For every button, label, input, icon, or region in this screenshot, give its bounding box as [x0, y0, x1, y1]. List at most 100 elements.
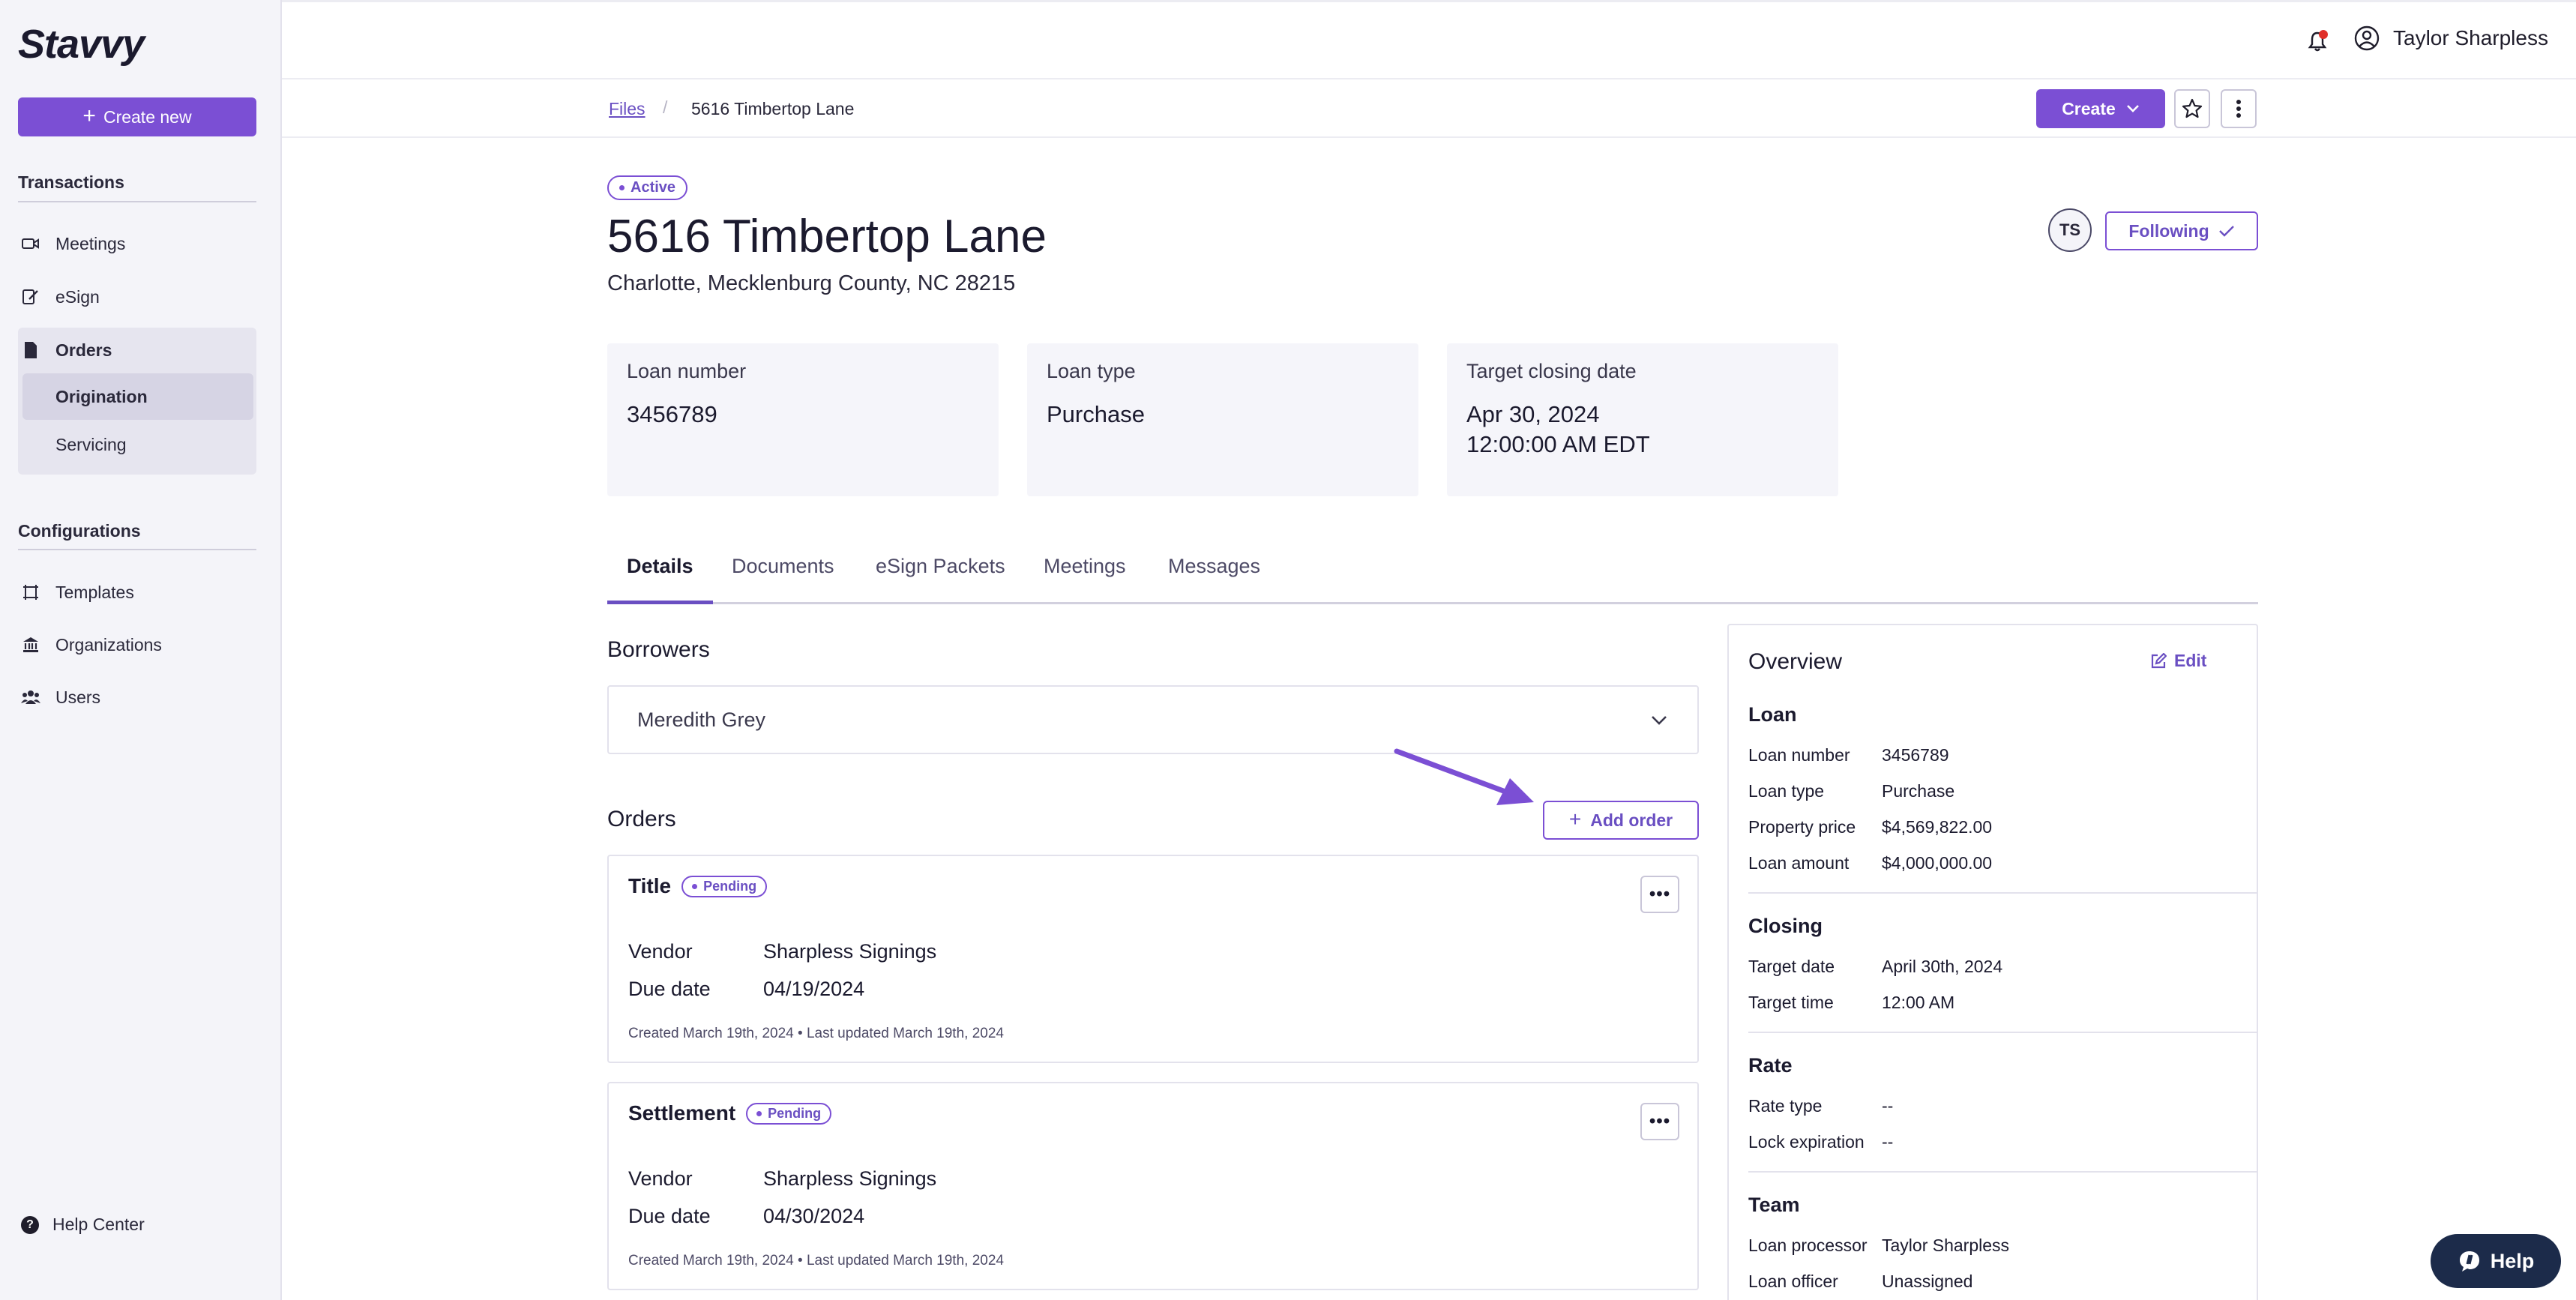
vendor-row: Vendor Sharpless Signings	[628, 940, 936, 963]
overview-row: Loan officer Unassigned	[1748, 1272, 1972, 1292]
vendor-label: Vendor	[628, 1167, 693, 1190]
card-value: Purchase	[1047, 401, 1145, 427]
avatar[interactable]: TS	[2048, 208, 2092, 252]
row-key: Target date	[1748, 957, 1835, 976]
page-title: 5616 Timbertop Lane	[607, 211, 1047, 262]
overview-row: Target time 12:00 AM	[1748, 993, 1954, 1013]
tab-documents[interactable]: Documents	[712, 555, 854, 604]
vendor-label: Vendor	[628, 940, 693, 963]
row-value: 12:00 AM	[1882, 993, 1955, 1012]
edit-icon	[2151, 652, 2167, 668]
row-value: $4,000,000.00	[1882, 853, 1993, 873]
card-label: Target closing date	[1466, 360, 1637, 382]
row-key: Loan amount	[1748, 853, 1850, 873]
annotation-arrow-icon	[1394, 748, 1534, 805]
plus-icon: +	[82, 103, 96, 128]
breadcrumb-files-link[interactable]: Files	[609, 99, 645, 119]
overview-row: Rate type --	[1748, 1096, 1893, 1116]
loan-number-card: Loan number 3456789	[607, 343, 999, 496]
logo[interactable]: Stavvy	[18, 21, 145, 67]
overview-row: Target date April 30th, 2024	[1748, 957, 2002, 977]
sidebar-item-organizations[interactable]: Organizations	[18, 622, 256, 667]
breadcrumb-current: 5616 Timbertop Lane	[691, 99, 855, 118]
order-card-settlement: Settlement Pending ••• Vendor Sharpless S…	[607, 1082, 1699, 1290]
add-order-label: Add order	[1590, 810, 1673, 830]
user-name: Taylor Sharpless	[2393, 26, 2548, 49]
overview-row: Loan type Purchase	[1748, 781, 1954, 801]
overview-row: Property price $4,569,822.00	[1748, 817, 1992, 837]
add-order-button[interactable]: + Add order	[1543, 801, 1699, 840]
loan-type-card: Loan type Purchase	[1027, 343, 1418, 496]
help-center-link[interactable]: ? Help Center	[21, 1215, 145, 1235]
vendor-value: Sharpless Signings	[763, 940, 937, 963]
card-value: Apr 30, 2024 12:00:00 AM EDT	[1466, 401, 1650, 457]
borrowers-title: Borrowers	[607, 637, 710, 662]
chevron-down-icon	[2126, 105, 2139, 112]
order-more-button[interactable]: •••	[1640, 876, 1679, 913]
section-divider	[18, 201, 256, 202]
order-more-button[interactable]: •••	[1640, 1103, 1679, 1140]
row-value: 3456789	[1882, 745, 1949, 765]
create-label: Create	[2062, 98, 2116, 118]
edit-button[interactable]: Edit	[2150, 651, 2206, 671]
video-icon	[21, 234, 40, 253]
create-dropdown-button[interactable]: Create	[2036, 89, 2165, 128]
row-value: Unassigned	[1882, 1272, 1973, 1291]
order-header: Settlement Pending	[628, 1101, 832, 1125]
template-icon	[21, 583, 40, 602]
row-key: Loan processor	[1748, 1236, 1868, 1255]
orders-title: Orders	[607, 807, 676, 831]
chat-help-icon	[2459, 1251, 2479, 1272]
tab-meetings[interactable]: Meetings	[1024, 555, 1146, 604]
create-new-button[interactable]: + Create new	[18, 97, 256, 136]
help-widget-label: Help	[2490, 1249, 2535, 1272]
overview-row: Loan processor Taylor Sharpless	[1748, 1236, 2009, 1256]
sidebar-item-origination[interactable]: Origination	[22, 373, 253, 420]
row-key: Lock expiration	[1748, 1132, 1865, 1152]
vendor-value: Sharpless Signings	[763, 1167, 937, 1190]
favorite-button[interactable]	[2174, 89, 2210, 128]
sidebar-item-esign[interactable]: eSign	[18, 274, 256, 319]
tab-messages[interactable]: Messages	[1149, 555, 1280, 604]
closing-section-title: Closing	[1748, 915, 1823, 937]
chevron-down-icon	[1652, 716, 1667, 725]
borrower-name: Meredith Grey	[637, 708, 766, 731]
edit-label: Edit	[2174, 651, 2207, 670]
row-key: Loan officer	[1748, 1272, 1838, 1291]
row-value: --	[1882, 1096, 1894, 1116]
sidebar-item-label: Organizations	[55, 634, 162, 654]
loan-section-title: Loan	[1748, 703, 1797, 726]
notification-dot	[2319, 30, 2328, 39]
row-value: April 30th, 2024	[1882, 957, 2003, 976]
sidebar-item-orders[interactable]: Orders	[18, 328, 256, 373]
sidebar-item-templates[interactable]: Templates	[18, 570, 256, 615]
card-label: Loan type	[1047, 360, 1136, 382]
more-options-button[interactable]	[2221, 89, 2257, 128]
bank-icon	[21, 635, 40, 654]
status-badge: Active	[607, 175, 688, 200]
user-menu[interactable]: Taylor Sharpless	[2354, 25, 2548, 51]
tab-esign-packets[interactable]: eSign Packets	[856, 555, 1025, 604]
configurations-title: Configurations	[18, 521, 141, 541]
team-section-title: Team	[1748, 1194, 1800, 1216]
rate-section-title: Rate	[1748, 1054, 1793, 1077]
status-badge: Pending	[681, 875, 768, 897]
sidebar-item-meetings[interactable]: Meetings	[18, 221, 256, 266]
overview-panel: Overview Edit Loan Loan number 3456789 Lo…	[1727, 624, 2258, 1300]
help-widget-button[interactable]: Help	[2431, 1234, 2561, 1288]
overview-row: Lock expiration --	[1748, 1132, 1893, 1152]
row-value: $4,569,822.00	[1882, 817, 1993, 837]
section-divider	[1748, 1032, 2258, 1033]
sidebar-item-servicing[interactable]: Servicing	[22, 421, 253, 468]
card-label: Loan number	[627, 360, 747, 382]
sidebar-item-label: Meetings	[55, 233, 126, 253]
following-button[interactable]: Following	[2105, 211, 2258, 250]
order-meta: Created March 19th, 2024 • Last updated …	[628, 1253, 1004, 1269]
document-icon	[21, 340, 40, 360]
sidebar-item-users[interactable]: Users	[18, 675, 256, 720]
sidebar: Stavvy + Create new Transactions Meeting…	[0, 0, 282, 1300]
help-center-label: Help Center	[52, 1215, 145, 1234]
tab-details[interactable]: Details	[607, 555, 713, 604]
top-header	[282, 0, 2576, 79]
status-badge: Pending	[746, 1102, 832, 1125]
